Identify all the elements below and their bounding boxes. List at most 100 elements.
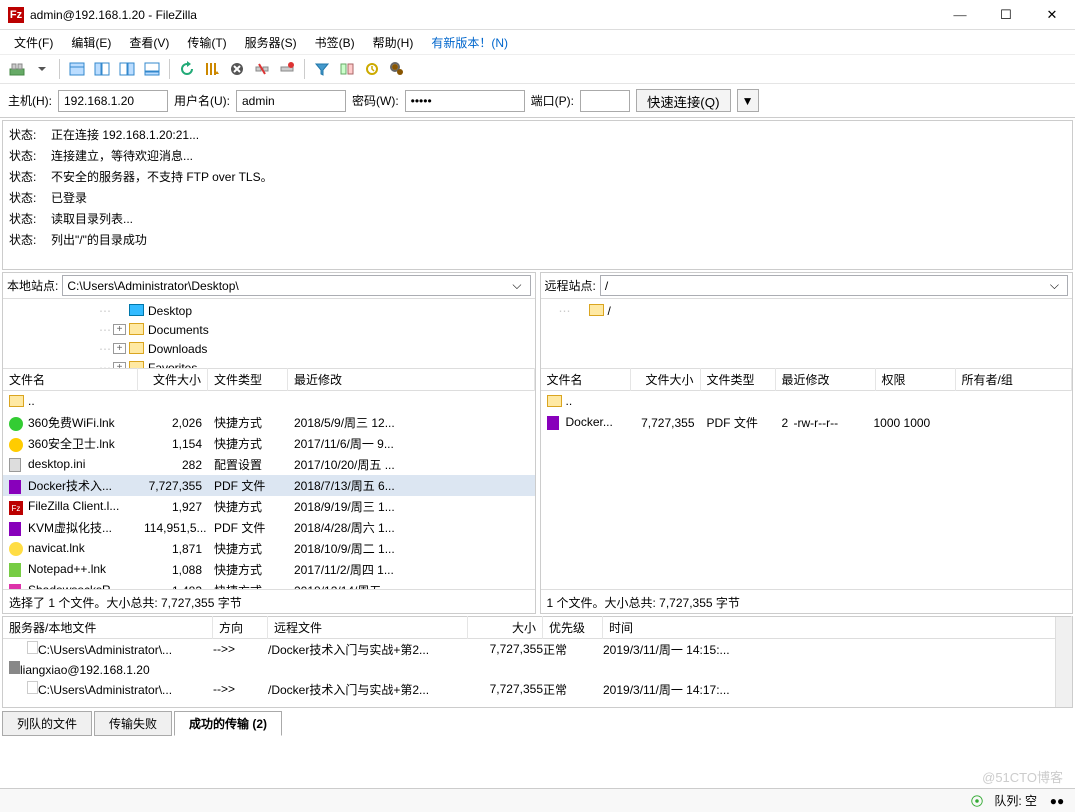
tree-item[interactable]: ⋯/ [541, 301, 1073, 320]
file-row[interactable]: FzFileZilla Client.l...1,927快捷方式2018/9/1… [3, 496, 535, 517]
toggle-log-icon[interactable] [66, 58, 88, 80]
sync-browse-icon[interactable] [361, 58, 383, 80]
log-label: 状态: [9, 146, 45, 167]
file-row[interactable]: Docker技术入...7,727,355PDF 文件2018/7/13/周五 … [3, 475, 535, 496]
menubar: 文件(F) 编辑(E) 查看(V) 传输(T) 服务器(S) 书签(B) 帮助(… [0, 30, 1075, 54]
settings-gear-icon[interactable] [970, 794, 984, 808]
queue-row[interactable]: C:\Users\Administrator\... -->> /Docker技… [3, 639, 1072, 659]
site-dropdown-icon[interactable] [31, 58, 53, 80]
menu-edit[interactable]: 编辑(E) [63, 32, 119, 53]
col-name[interactable]: 文件名 [3, 368, 138, 391]
remote-tree[interactable]: ⋯/ [541, 299, 1073, 369]
col-perm[interactable]: 权限 [876, 368, 956, 391]
toggle-queue-icon[interactable] [141, 58, 163, 80]
search-icon[interactable] [386, 58, 408, 80]
col-name[interactable]: 文件名 [541, 368, 631, 391]
status-indicator: ●● [1047, 794, 1067, 808]
col-remote[interactable]: 远程文件 [268, 616, 468, 639]
queue-row[interactable]: C:\Users\Administrator\... -->> /Docker技… [3, 679, 1072, 699]
port-label: 端口(P): [531, 92, 574, 109]
file-row[interactable]: .. [541, 391, 1073, 412]
log-pane[interactable]: 状态:正在连接 192.168.1.20:21...状态:连接建立，等待欢迎消息… [2, 120, 1073, 270]
remote-status: 1 个文件。大小总共: 7,727,355 字节 [541, 589, 1073, 613]
queue-pane: 服务器/本地文件 方向 远程文件 大小 优先级 时间 C:\Users\Admi… [2, 616, 1073, 708]
menu-help[interactable]: 帮助(H) [365, 32, 422, 53]
remote-list-header: 文件名 文件大小 文件类型 最近修改 权限 所有者/组 [541, 369, 1073, 391]
refresh-icon[interactable] [176, 58, 198, 80]
tab-failed[interactable]: 传输失败 [94, 711, 172, 736]
site-manager-icon[interactable] [6, 58, 28, 80]
col-type[interactable]: 文件类型 [208, 368, 288, 391]
quickconnect-button[interactable]: 快速连接(Q) [636, 89, 731, 112]
log-label: 状态: [9, 125, 45, 146]
menu-view[interactable]: 查看(V) [121, 32, 177, 53]
statusbar: 队列: 空 ●● [0, 788, 1075, 812]
log-text: 已登录 [51, 188, 87, 209]
col-size[interactable]: 文件大小 [138, 368, 208, 391]
col-type[interactable]: 文件类型 [701, 368, 776, 391]
log-text: 列出"/"的目录成功 [51, 230, 147, 251]
maximize-button[interactable]: ☐ [983, 0, 1029, 30]
file-row[interactable]: Docker...7,727,355PDF 文件2019/3/11/周...-r… [541, 412, 1073, 433]
col-time[interactable]: 时间 [603, 616, 1072, 639]
close-button[interactable]: ✕ [1029, 0, 1075, 30]
queue-row[interactable]: liangxiao@192.168.1.20 [3, 659, 1072, 679]
filter-icon[interactable] [311, 58, 333, 80]
pass-label: 密码(W): [352, 92, 399, 109]
file-row[interactable]: Notepad++.lnk1,088快捷方式2017/11/2/周四 1... [3, 559, 535, 580]
file-row[interactable]: desktop.ini282配置设置2017/10/20/周五 ... [3, 454, 535, 475]
col-modified[interactable]: 最近修改 [776, 368, 876, 391]
queue-tabs: 列队的文件 传输失败 成功的传输 (2) [2, 710, 1073, 735]
col-modified[interactable]: 最近修改 [288, 368, 535, 391]
local-pane: 本地站点: C:\Users\Administrator\Desktop\⌵ ⋯… [2, 272, 536, 614]
log-text: 不安全的服务器，不支持 FTP over TLS。 [51, 167, 273, 188]
menu-file[interactable]: 文件(F) [6, 32, 61, 53]
file-row[interactable]: .. [3, 391, 535, 412]
log-label: 状态: [9, 188, 45, 209]
local-status: 选择了 1 个文件。大小总共: 7,727,355 字节 [3, 589, 535, 613]
host-input[interactable] [58, 90, 168, 112]
queue-list[interactable]: C:\Users\Administrator\... -->> /Docker技… [3, 639, 1072, 707]
menu-newversion[interactable]: 有新版本！(N) [423, 32, 516, 53]
menu-bookmarks[interactable]: 书签(B) [307, 32, 363, 53]
col-direction[interactable]: 方向 [213, 616, 268, 639]
tab-queued[interactable]: 列队的文件 [2, 711, 92, 736]
tree-item[interactable]: ⋯+Downloads [3, 339, 535, 358]
menu-transfer[interactable]: 传输(T) [179, 32, 234, 53]
toggle-tree-remote-icon[interactable] [116, 58, 138, 80]
local-file-list[interactable]: ..360免费WiFi.lnk2,026快捷方式2018/5/9/周三 12..… [3, 391, 535, 589]
disconnect-icon[interactable] [251, 58, 273, 80]
col-priority[interactable]: 优先级 [543, 616, 603, 639]
reconnect-icon[interactable] [276, 58, 298, 80]
toggle-tree-local-icon[interactable] [91, 58, 113, 80]
process-queue-icon[interactable] [201, 58, 223, 80]
tree-item[interactable]: ⋯Desktop [3, 301, 535, 320]
window-title: admin@192.168.1.20 - FileZilla [30, 8, 937, 22]
log-text: 连接建立，等待欢迎消息... [51, 146, 193, 167]
col-size[interactable]: 大小 [468, 616, 543, 639]
file-row[interactable]: ShadowsocksR...1,483快捷方式2018/12/14/周五 ..… [3, 580, 535, 589]
menu-server[interactable]: 服务器(S) [237, 32, 305, 53]
col-owner[interactable]: 所有者/组 [956, 368, 1073, 391]
compare-icon[interactable] [336, 58, 358, 80]
port-input[interactable] [580, 90, 630, 112]
tree-item[interactable]: ⋯+Documents [3, 320, 535, 339]
cancel-icon[interactable] [226, 58, 248, 80]
user-input[interactable] [236, 90, 346, 112]
col-server-local[interactable]: 服务器/本地文件 [3, 616, 213, 639]
local-tree[interactable]: ⋯Desktop⋯+Documents⋯+Downloads⋯+Favorite… [3, 299, 535, 369]
watermark: @51CTO博客 [982, 767, 1063, 786]
quickconnect-dropdown[interactable]: ▼ [737, 89, 759, 112]
col-size[interactable]: 文件大小 [631, 368, 701, 391]
file-row[interactable]: 360安全卫士.lnk1,154快捷方式2017/11/6/周一 9... [3, 433, 535, 454]
remote-file-list[interactable]: ..Docker...7,727,355PDF 文件2019/3/11/周...… [541, 391, 1073, 589]
local-path-input[interactable]: C:\Users\Administrator\Desktop\⌵ [62, 275, 530, 296]
tab-successful[interactable]: 成功的传输 (2) [174, 711, 282, 736]
minimize-button[interactable]: — [937, 0, 983, 30]
remote-path-input[interactable]: /⌵ [600, 275, 1068, 296]
file-row[interactable]: navicat.lnk1,871快捷方式2018/10/9/周二 1... [3, 538, 535, 559]
log-label: 状态: [9, 230, 45, 251]
file-row[interactable]: 360免费WiFi.lnk2,026快捷方式2018/5/9/周三 12... [3, 412, 535, 433]
file-row[interactable]: KVM虚拟化技...114,951,5...PDF 文件2018/4/28/周六… [3, 517, 535, 538]
pass-input[interactable] [405, 90, 525, 112]
